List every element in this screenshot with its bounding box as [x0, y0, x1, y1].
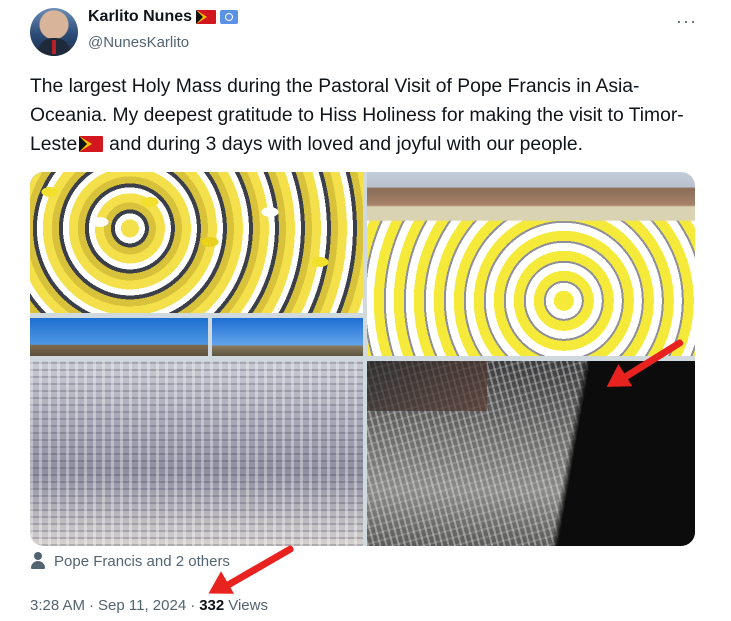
flag-timor-leste-icon: [79, 136, 104, 152]
photo-field-umbrellas[interactable]: [367, 172, 695, 356]
views-count: 332: [199, 597, 225, 614]
photo-crowd-umbrellas[interactable]: [30, 172, 363, 313]
tweet-text-part2: and during 3 days with loved and joyful …: [109, 134, 583, 155]
photo-sky-right[interactable]: [212, 318, 363, 356]
photo-aerial-night[interactable]: [367, 361, 695, 546]
tweet-meta: 3:28 AM · Sep 11, 2024 · 332 Views: [30, 597, 268, 614]
flag-timor-leste-icon: [196, 10, 217, 24]
views-label: Views: [228, 597, 268, 614]
tweet-date[interactable]: Sep 11, 2024: [98, 597, 186, 614]
un-flag-icon: [220, 10, 239, 24]
photo-crowd-white[interactable]: [30, 361, 363, 546]
meta-separator: ·: [190, 597, 196, 614]
meta-separator: ·: [89, 597, 95, 614]
tweet-time[interactable]: 3:28 AM: [30, 597, 85, 614]
person-icon: [30, 552, 46, 570]
red-arrow-icon: [220, 544, 295, 592]
tagged-users-label: Pope Francis and 2 others: [54, 552, 230, 570]
more-options-icon[interactable]: ···: [676, 11, 697, 32]
tagged-users[interactable]: Pope Francis and 2 others: [30, 552, 230, 570]
author-name-row: Karlito Nunes: [88, 8, 239, 26]
tweet-text: The largest Holy Mass during the Pastora…: [30, 72, 700, 159]
author-handle[interactable]: @NunesKarlito: [88, 34, 189, 51]
photo-sky-left[interactable]: [30, 318, 208, 356]
avatar[interactable]: [30, 8, 78, 56]
author-display-name[interactable]: Karlito Nunes: [88, 8, 192, 26]
media-grid: [30, 172, 695, 546]
